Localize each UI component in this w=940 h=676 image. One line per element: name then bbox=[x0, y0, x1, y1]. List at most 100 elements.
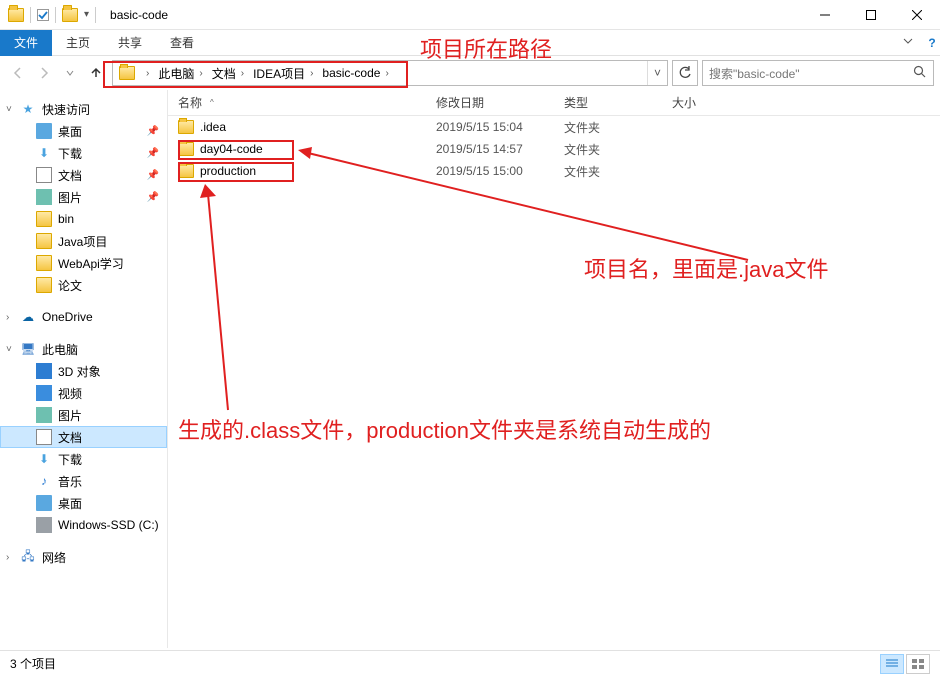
navigation-pane: ˅★快速访问 桌面📌 ⬇下载📌 文档📌 图片📌 bin Java项目 WebAp… bbox=[0, 90, 168, 648]
folder-icon bbox=[36, 233, 52, 249]
sidebar-this-pc[interactable]: ˅🖥此电脑 bbox=[0, 338, 167, 360]
back-button[interactable] bbox=[6, 61, 30, 85]
view-tab[interactable]: 查看 bbox=[156, 30, 208, 56]
quick-access-toolbar: ▾ bbox=[0, 7, 104, 23]
ribbon-tabs: 文件 主页 共享 查看 ? bbox=[0, 30, 940, 56]
list-item[interactable]: day04-code 2019/5/15 14:57 文件夹 bbox=[168, 138, 940, 160]
app-icon bbox=[8, 8, 24, 22]
separator bbox=[95, 7, 96, 23]
folder-icon bbox=[178, 164, 194, 178]
window-controls bbox=[802, 0, 940, 30]
maximize-button[interactable] bbox=[848, 0, 894, 30]
address-history-button[interactable]: ˅ bbox=[647, 61, 667, 85]
star-icon: ★ bbox=[20, 101, 36, 117]
nav-buttons bbox=[6, 61, 108, 85]
onedrive-icon: ☁ bbox=[20, 309, 36, 325]
main-area: ˅★快速访问 桌面📌 ⬇下载📌 文档📌 图片📌 bin Java项目 WebAp… bbox=[0, 90, 940, 648]
sidebar-item-videos[interactable]: 视频 bbox=[0, 382, 167, 404]
column-header-type[interactable]: 类型 bbox=[554, 90, 662, 115]
sidebar-item-pictures[interactable]: 图片📌 bbox=[0, 186, 167, 208]
breadcrumb-item[interactable]: 文档› bbox=[210, 61, 251, 85]
sidebar-item-music[interactable]: ♪音乐 bbox=[0, 470, 167, 492]
sidebar-item-java[interactable]: Java项目 bbox=[0, 230, 167, 252]
document-icon bbox=[36, 167, 52, 183]
sidebar-item-documents2[interactable]: 文档 bbox=[0, 426, 167, 448]
sidebar-item-downloads2[interactable]: ⬇下载 bbox=[0, 448, 167, 470]
sidebar-item-3d[interactable]: 3D 对象 bbox=[0, 360, 167, 382]
sidebar-item-webapi[interactable]: WebApi学习 bbox=[0, 252, 167, 274]
breadcrumb-item[interactable]: 此电脑› bbox=[156, 61, 209, 85]
help-button[interactable]: ? bbox=[924, 36, 940, 50]
pin-icon: 📌 bbox=[147, 148, 159, 159]
network-icon: 🖧 bbox=[20, 549, 36, 565]
search-icon bbox=[913, 65, 927, 82]
folder-icon bbox=[36, 211, 52, 227]
sidebar-quick-access[interactable]: ˅★快速访问 bbox=[0, 98, 167, 120]
desktop-icon bbox=[36, 123, 52, 139]
details-view-button[interactable] bbox=[880, 654, 904, 674]
pin-icon: 📌 bbox=[147, 126, 159, 137]
picture-icon bbox=[36, 407, 52, 423]
home-tab[interactable]: 主页 bbox=[52, 30, 104, 56]
column-headers: 名称^ 修改日期 类型 大小 bbox=[168, 90, 940, 116]
sidebar-item-bin[interactable]: bin bbox=[0, 208, 167, 230]
sidebar-item-thesis[interactable]: 论文 bbox=[0, 274, 167, 296]
window-title: basic-code bbox=[104, 8, 168, 22]
folder-icon bbox=[36, 255, 52, 271]
picture-icon bbox=[36, 189, 52, 205]
column-header-name[interactable]: 名称^ bbox=[168, 90, 426, 115]
drive-icon bbox=[36, 517, 52, 533]
desktop-icon bbox=[36, 495, 52, 511]
address-bar[interactable]: › 此电脑› 文档› IDEA项目› basic-code› ˅ bbox=[112, 60, 668, 86]
search-input[interactable]: 搜索"basic-code" bbox=[702, 60, 934, 86]
sidebar-item-desktop2[interactable]: 桌面 bbox=[0, 492, 167, 514]
separator bbox=[30, 7, 31, 23]
expand-ribbon-button[interactable] bbox=[892, 35, 924, 50]
breadcrumb-item[interactable]: basic-code› bbox=[320, 61, 395, 85]
folder-icon bbox=[119, 66, 135, 80]
sidebar-item-desktop[interactable]: 桌面📌 bbox=[0, 120, 167, 142]
search-placeholder: 搜索"basic-code" bbox=[709, 65, 800, 82]
qat-properties-button[interactable] bbox=[37, 9, 49, 21]
music-icon: ♪ bbox=[36, 473, 52, 489]
recent-button[interactable] bbox=[58, 61, 82, 85]
column-header-size[interactable]: 大小 bbox=[662, 90, 742, 115]
column-header-date[interactable]: 修改日期 bbox=[426, 90, 554, 115]
thumbnails-view-button[interactable] bbox=[906, 654, 930, 674]
view-mode-buttons bbox=[880, 654, 930, 674]
list-item[interactable]: production 2019/5/15 15:00 文件夹 bbox=[168, 160, 940, 182]
separator bbox=[55, 7, 56, 23]
share-tab[interactable]: 共享 bbox=[104, 30, 156, 56]
list-item[interactable]: .idea 2019/5/15 15:04 文件夹 bbox=[168, 116, 940, 138]
3d-icon bbox=[36, 363, 52, 379]
video-icon bbox=[36, 385, 52, 401]
title-bar: ▾ basic-code bbox=[0, 0, 940, 30]
refresh-button[interactable] bbox=[672, 60, 698, 86]
sidebar-network[interactable]: ›🖧网络 bbox=[0, 546, 167, 568]
qat-newfolder-button[interactable] bbox=[62, 8, 78, 22]
file-list: 名称^ 修改日期 类型 大小 .idea 2019/5/15 15:04 文件夹… bbox=[168, 90, 940, 648]
folder-icon bbox=[178, 120, 194, 134]
status-bar: 3 个项目 bbox=[0, 650, 940, 676]
sidebar-item-documents[interactable]: 文档📌 bbox=[0, 164, 167, 186]
pc-icon: 🖥 bbox=[20, 341, 36, 357]
up-button[interactable] bbox=[84, 61, 108, 85]
sidebar-item-pictures2[interactable]: 图片 bbox=[0, 404, 167, 426]
sort-indicator-icon: ^ bbox=[210, 98, 214, 107]
address-row: › 此电脑› 文档› IDEA项目› basic-code› ˅ 搜索"basi… bbox=[0, 56, 940, 90]
document-icon bbox=[36, 429, 52, 445]
breadcrumb-item[interactable]: IDEA项目› bbox=[251, 61, 320, 85]
chevron-right-icon[interactable]: › bbox=[141, 68, 154, 79]
close-button[interactable] bbox=[894, 0, 940, 30]
download-icon: ⬇ bbox=[36, 145, 52, 161]
folder-icon bbox=[36, 277, 52, 293]
qat-customize-button[interactable]: ▾ bbox=[84, 9, 89, 20]
minimize-button[interactable] bbox=[802, 0, 848, 30]
item-count: 3 个项目 bbox=[10, 655, 56, 672]
sidebar-onedrive[interactable]: ›☁OneDrive bbox=[0, 306, 167, 328]
file-tab[interactable]: 文件 bbox=[0, 30, 52, 56]
forward-button[interactable] bbox=[32, 61, 56, 85]
sidebar-item-downloads[interactable]: ⬇下载📌 bbox=[0, 142, 167, 164]
folder-icon bbox=[178, 142, 194, 156]
sidebar-item-cdrive[interactable]: Windows-SSD (C:) bbox=[0, 514, 167, 536]
